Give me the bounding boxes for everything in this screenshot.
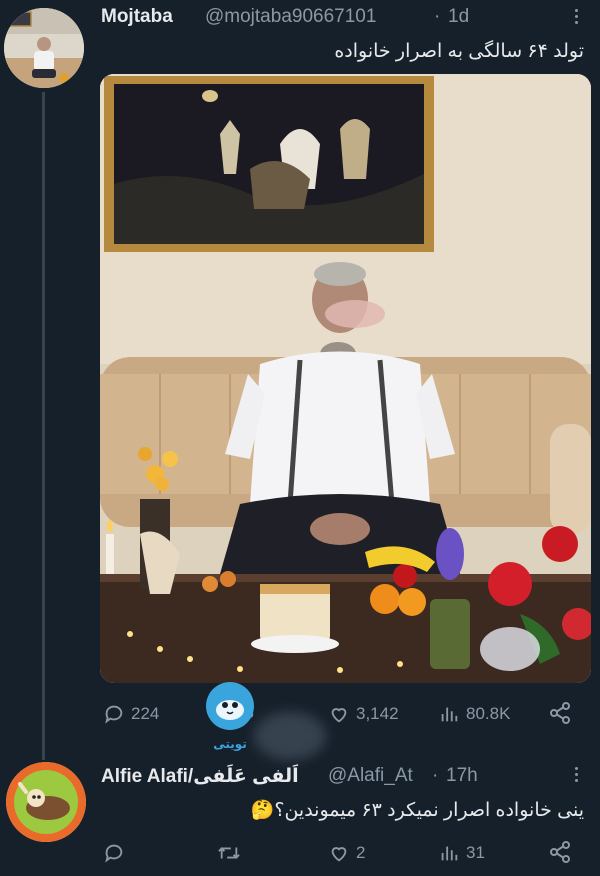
reply-icon — [105, 705, 123, 724]
reply-share-button[interactable] — [548, 840, 572, 864]
views-count: 80.8K — [466, 704, 511, 723]
like-count: 3,142 — [356, 704, 399, 723]
tweet-text: تولد ۶۴ سالگی به اصرار خانواده — [334, 41, 584, 62]
reply-time-separator: · — [432, 765, 439, 786]
share-button[interactable] — [548, 701, 572, 725]
views-icon — [441, 846, 458, 861]
avatar-mojtaba[interactable] — [4, 8, 84, 88]
views-button[interactable]: 80.8K — [438, 703, 510, 725]
blurred-overlay — [254, 712, 326, 760]
reply-count: 224 — [131, 704, 160, 723]
views-icon — [441, 707, 458, 722]
reply-views-button[interactable]: 31 — [438, 842, 485, 864]
tweet-time-separator: · — [434, 6, 441, 27]
retweet-icon — [218, 847, 240, 859]
tweet-photo[interactable] — [100, 74, 591, 683]
reply-like-count: 2 — [356, 843, 366, 862]
like-icon — [331, 708, 347, 723]
share-icon — [550, 702, 570, 724]
tweet-author-name[interactable]: Mojtaba — [101, 6, 173, 28]
share-icon — [550, 841, 570, 863]
reply-timestamp[interactable]: 17h — [446, 765, 478, 787]
reply-more-icon[interactable] — [573, 767, 579, 782]
thread-connector-line — [42, 92, 45, 760]
tweet-timestamp[interactable]: 1d — [448, 6, 469, 28]
avatar-alfie[interactable] — [6, 762, 86, 842]
reply-reply-button[interactable] — [103, 842, 131, 864]
reply-author-handle[interactable]: @Alafi_At — [328, 765, 413, 787]
watermark-label: تویتی — [213, 737, 247, 751]
reply-author-name[interactable]: Alfie Alafi/اَلفی عَلَفی — [101, 765, 299, 788]
reply-text: ینی خانواده اصرار نمیکرد ۶۳ میموندین؟🤔 — [250, 800, 584, 821]
like-button[interactable]: 3,142 — [328, 703, 399, 725]
tweet-author-handle[interactable]: @mojtaba90667101 — [205, 6, 376, 28]
reply-like-button[interactable]: 2 — [328, 842, 365, 864]
reply-retweet-button[interactable] — [216, 842, 248, 864]
reply-icon — [105, 844, 123, 863]
reply-button[interactable]: 224 — [103, 703, 159, 725]
like-icon — [331, 847, 347, 862]
reply-views-count: 31 — [466, 843, 485, 862]
tweet-more-icon[interactable] — [573, 9, 579, 24]
tweety-watermark-logo: تویتی — [204, 680, 256, 752]
